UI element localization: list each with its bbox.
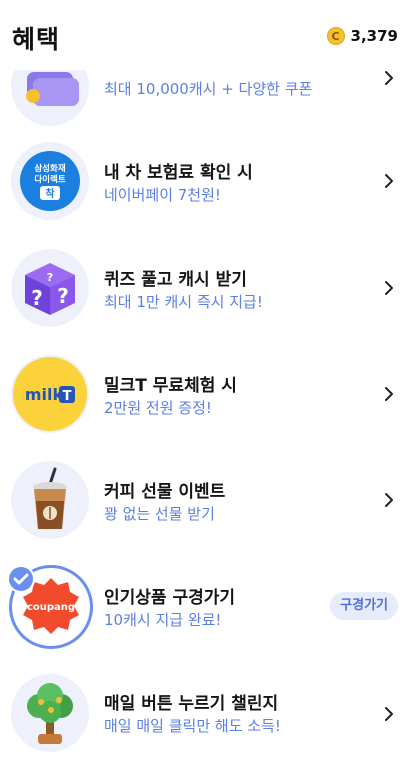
check-badge-icon: [7, 565, 35, 593]
samsung-insurance-icon: 삼성화재 다이렉트 착: [11, 142, 89, 220]
quiz-box-icon: ? ? ?: [11, 249, 89, 327]
item-title: 밀크T 무료체험 시: [104, 376, 237, 396]
icon-text-direct: 다이렉트: [34, 174, 65, 185]
item-title: 커피 선물 이벤트: [104, 482, 226, 502]
browse-button[interactable]: 구경가기: [330, 592, 398, 620]
chevron-right-icon[interactable]: [384, 173, 394, 189]
svg-text:?: ?: [47, 271, 53, 284]
chevron-right-icon[interactable]: [384, 280, 394, 296]
icon-text-coupang: coupang: [27, 602, 75, 613]
list-item-car-insurance[interactable]: 삼성화재 다이렉트 착 내 차 보험료 확인 시 네이버페이 7천원!: [0, 133, 412, 229]
item-subtitle: 꽝 없는 선물 받기: [104, 505, 215, 523]
list-item-daily-challenge[interactable]: 매일 버튼 누르기 챌린지 매일 매일 클릭만 해도 소득!: [0, 664, 412, 760]
list-item-quiz-cash[interactable]: ? ? ? 퀴즈 풀고 캐시 받기 최대 1만 캐시 즉시 지급!: [0, 240, 412, 336]
svg-text:?: ?: [57, 284, 69, 308]
milkt-logo-icon: milk T: [11, 355, 89, 433]
item-subtitle: 최대 10,000캐시 + 다양한 쿠폰: [104, 80, 313, 98]
item-subtitle: 매일 매일 클릭만 해도 소득!: [104, 717, 281, 735]
top-header: 혜택 C 3,379: [0, 0, 412, 70]
svg-text:?: ?: [31, 286, 43, 310]
money-tree-icon: [11, 674, 89, 752]
item-subtitle: 2만원 전원 증정!: [104, 399, 212, 417]
iced-coffee-icon: [11, 461, 89, 539]
coin-icon: C: [326, 27, 345, 45]
item-title: 퀴즈 풀고 캐시 받기: [104, 270, 247, 290]
list-item-coffee-gift[interactable]: 커피 선물 이벤트 꽝 없는 선물 받기: [0, 452, 412, 548]
chevron-right-icon[interactable]: [384, 706, 394, 722]
item-title: 인기상품 구경가기: [104, 588, 236, 608]
item-title: 매일 버튼 누르기 챌린지: [104, 694, 279, 714]
page-title: 혜택: [12, 25, 61, 54]
item-subtitle: 네이버페이 7천원!: [104, 186, 221, 204]
chevron-right-icon[interactable]: [384, 70, 394, 86]
icon-text-char: 착: [45, 187, 55, 200]
item-title: 내 차 보험료 확인 시: [104, 163, 253, 183]
icon-text-brand: 삼성화재: [34, 163, 65, 174]
item-subtitle: 10캐시 지급 완료!: [104, 611, 222, 629]
chevron-right-icon[interactable]: [384, 386, 394, 402]
chevron-right-icon[interactable]: [384, 492, 394, 508]
item-subtitle: 최대 1만 캐시 즉시 지급!: [104, 293, 263, 311]
icon-text-milk: milk: [25, 385, 64, 404]
list-item-coupang[interactable]: coupang 인기상품 구경가기 10캐시 지급 완료! 구경가기: [0, 558, 412, 654]
list-item-milkt[interactable]: milk T 밀크T 무료체험 시 2만원 전원 증정!: [0, 346, 412, 442]
points-value: 3,379: [350, 27, 398, 45]
icon-text-t: T: [63, 389, 72, 404]
cash-balance[interactable]: C 3,379: [326, 27, 398, 45]
